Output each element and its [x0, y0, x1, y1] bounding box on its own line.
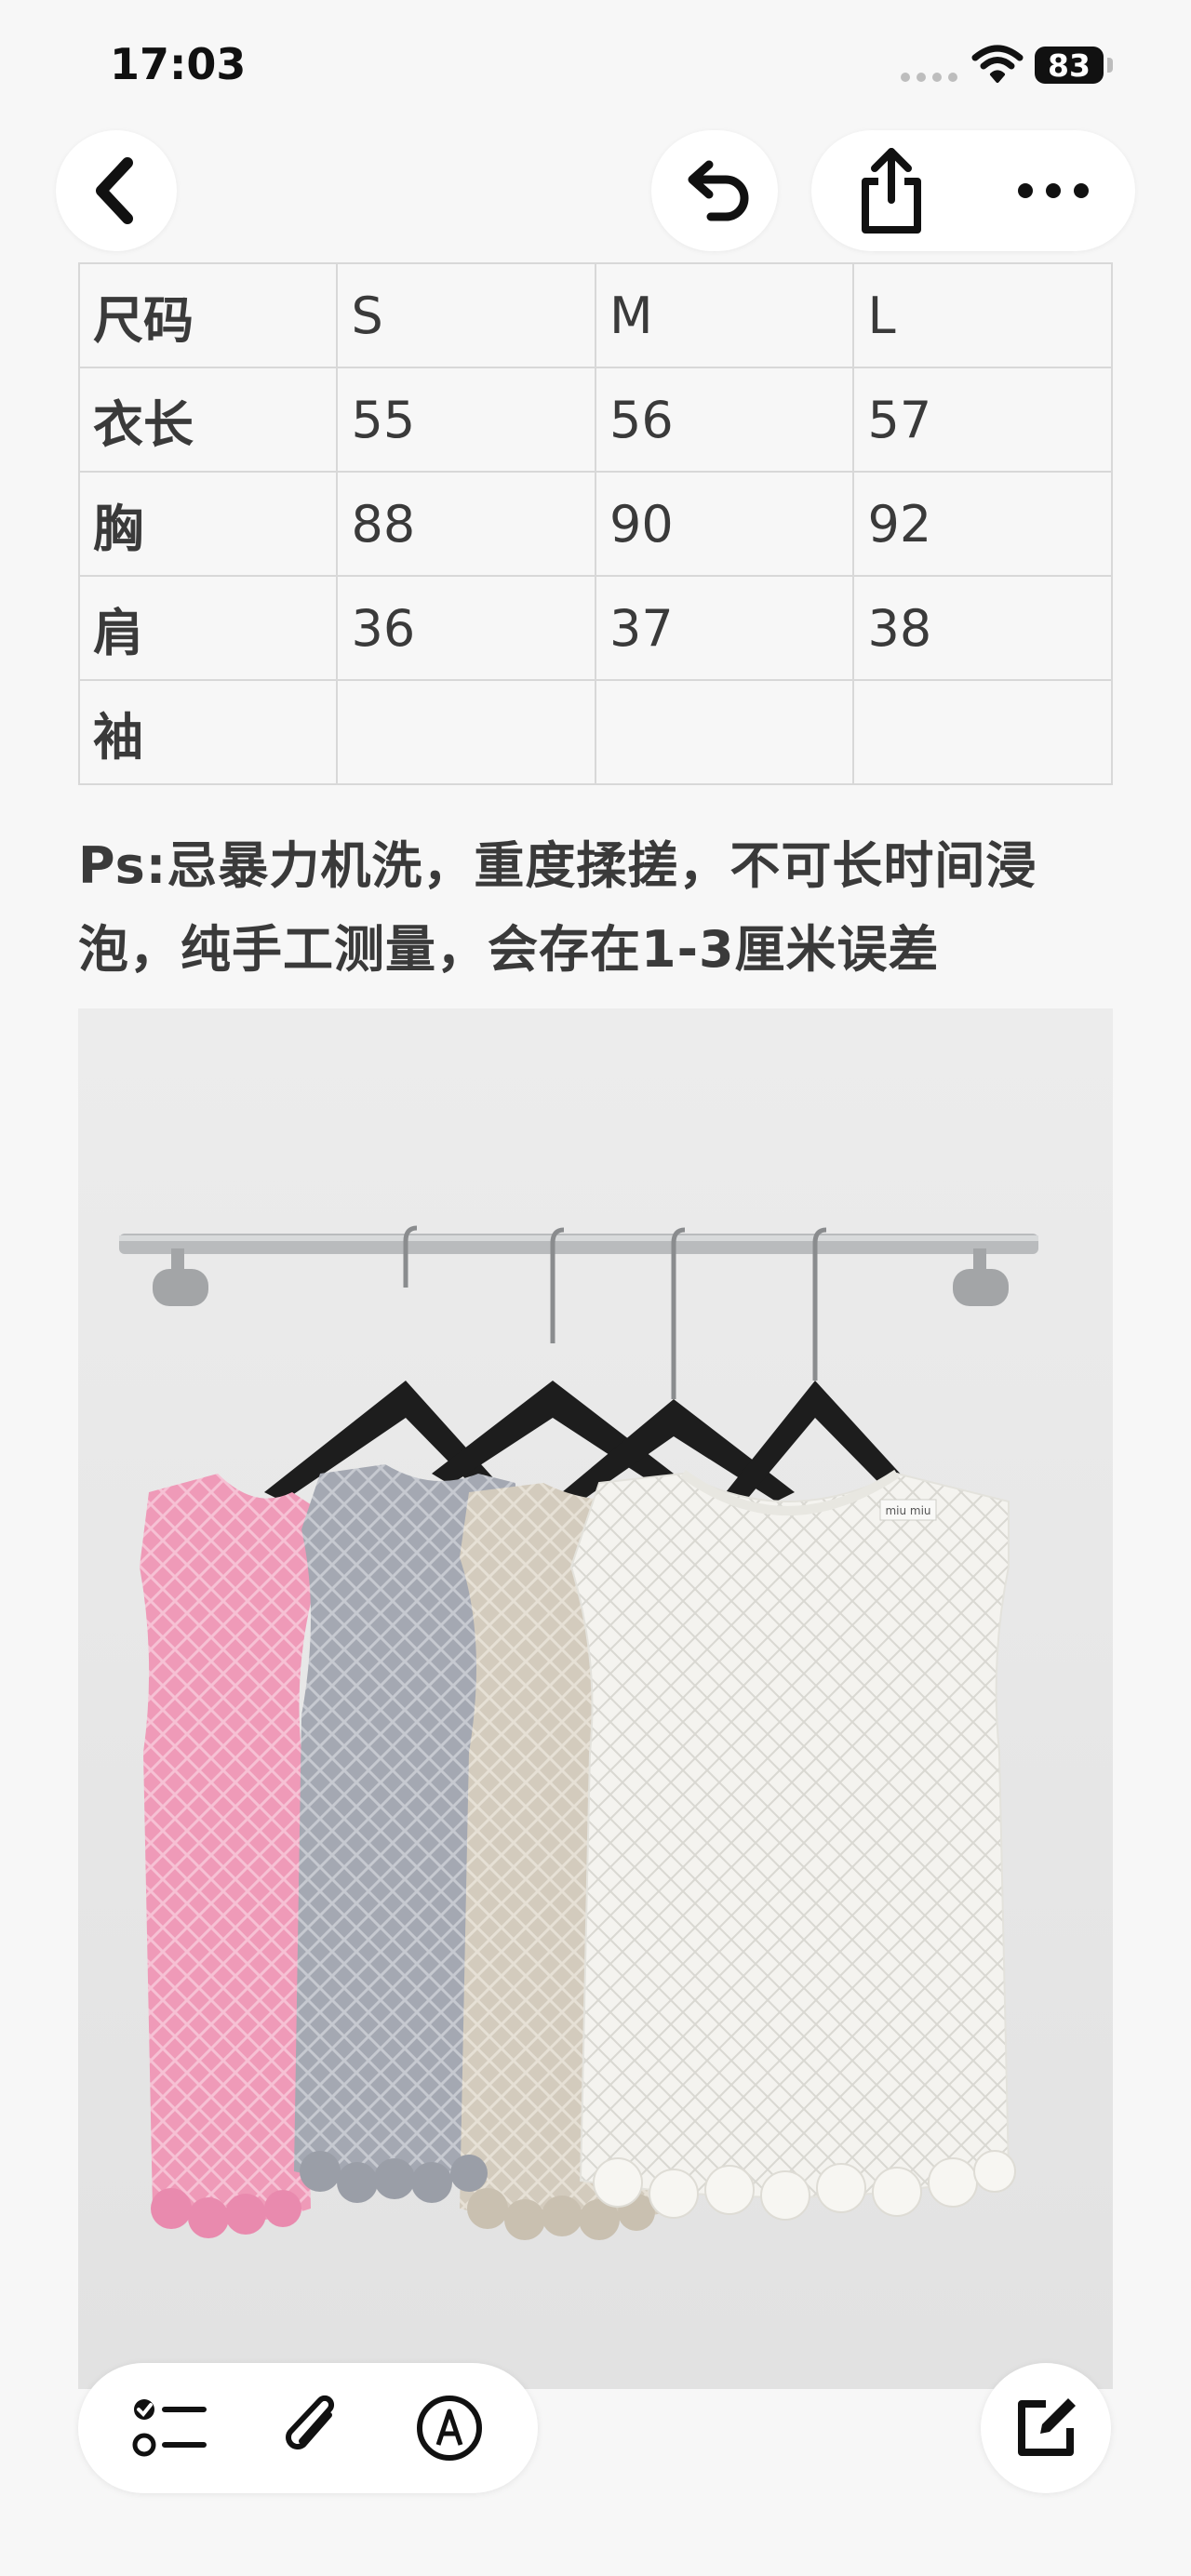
table-cell: [594, 679, 855, 785]
table-cell: 56: [594, 367, 855, 473]
undo-button[interactable]: [651, 130, 778, 251]
table-cell: 88: [336, 471, 596, 577]
table-cell: L: [852, 262, 1113, 368]
battery-indicator: 83: [1035, 47, 1104, 84]
table-row: 肩 36 37 38: [77, 575, 1113, 681]
table-cell: 57: [852, 367, 1113, 473]
table-cell: 55: [336, 367, 596, 473]
table-cell: S: [336, 262, 596, 368]
wifi-icon: [971, 45, 1024, 87]
table-cell: 37: [594, 575, 855, 681]
table-cell: [336, 679, 596, 785]
table-cell: 38: [852, 575, 1113, 681]
status-time: 17:03: [110, 39, 247, 89]
cellular-signal-icon: [901, 73, 957, 82]
share-icon[interactable]: [854, 144, 929, 237]
markup-pen-icon[interactable]: [414, 2393, 485, 2463]
size-table: 尺码 S M L 衣长 55 56 57 胸 88 90 92 肩 36 37 …: [77, 262, 1113, 785]
chevron-left-icon: [88, 153, 144, 228]
checklist-icon[interactable]: [131, 2395, 209, 2462]
table-cell: M: [594, 262, 855, 368]
table-cell: 衣长: [77, 367, 339, 473]
back-button[interactable]: [56, 130, 177, 251]
label-tag: miu miu: [885, 1504, 930, 1517]
bottom-toolbar: [78, 2363, 538, 2493]
table-cell: [852, 679, 1113, 785]
table-cell: 胸: [77, 471, 339, 577]
table-cell: 肩: [77, 575, 339, 681]
table-cell: 36: [336, 575, 596, 681]
table-cell: 92: [852, 471, 1113, 577]
battery-tip: [1107, 58, 1113, 73]
table-cell: 尺码: [77, 262, 339, 368]
table-row: 衣长 55 56 57: [77, 367, 1113, 473]
action-group: [811, 130, 1135, 251]
compose-button[interactable]: [981, 2363, 1111, 2493]
table-cell: 袖: [77, 679, 339, 785]
table-cell: 90: [594, 471, 855, 577]
table-row: 袖: [77, 679, 1113, 785]
table-row: 尺码 S M L: [77, 262, 1113, 368]
undo-icon: [676, 152, 754, 230]
more-icon[interactable]: [1014, 180, 1092, 202]
product-photo[interactable]: miu miu: [78, 1008, 1113, 2389]
paperclip-icon[interactable]: [279, 2391, 344, 2465]
table-row: 胸 88 90 92: [77, 471, 1113, 577]
care-note: Ps:忌暴力机洗，重度揉搓，不可长时间浸泡，纯手工测量，会存在1-3厘米误差: [78, 836, 1037, 979]
compose-icon: [1009, 2391, 1083, 2465]
